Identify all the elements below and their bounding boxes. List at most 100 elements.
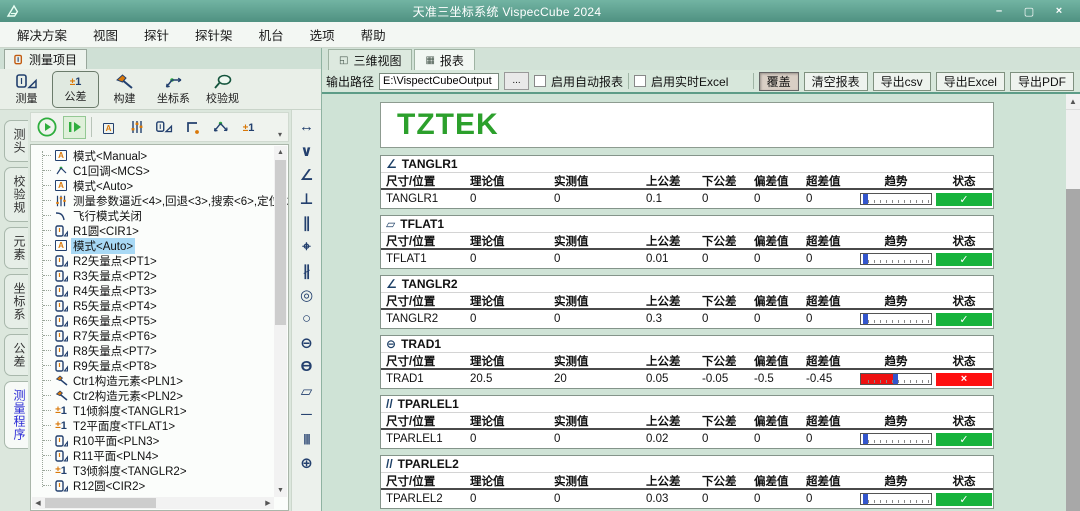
menu-item-选项[interactable]: 选项 xyxy=(297,25,348,44)
maximize-button[interactable]: ▢ xyxy=(1022,5,1036,18)
cell-value: TFLAT1 xyxy=(381,253,465,265)
toolbar-separator xyxy=(91,117,92,137)
tree-horizontal-scrollbar[interactable]: ◀ ▶ xyxy=(32,497,274,509)
menu-item-视图[interactable]: 视图 xyxy=(80,25,131,44)
browse-button[interactable]: ... xyxy=(504,72,529,90)
tab-报表[interactable]: ▦报表 xyxy=(414,49,474,70)
side-tab-公差[interactable]: 公差 xyxy=(4,334,28,376)
tree-vertical-scrollbar[interactable]: ▲ ▼ xyxy=(274,146,287,497)
symmetry-icon[interactable]: ||| xyxy=(295,427,319,450)
true-position-icon[interactable]: ⊕ xyxy=(295,451,319,474)
column-header: 偏差值 xyxy=(749,293,801,309)
toolbar-button-path-icon[interactable] xyxy=(209,116,232,139)
tree-item[interactable]: ±1T2平面度<TFLAT1> xyxy=(43,418,272,433)
tree-item[interactable]: R9矢量点<PT8> xyxy=(43,358,272,373)
cylindricity-icon-glyph: ⊖ xyxy=(300,334,313,352)
tree-item[interactable]: R7矢量点<PT6> xyxy=(43,328,272,343)
report-scroll-up-icon[interactable]: ▲ xyxy=(1066,94,1080,109)
tab-measure-project[interactable]: 测量项目 xyxy=(4,49,87,69)
toolbar-button-corner-icon[interactable] xyxy=(181,116,204,139)
toolbar-button-amode-icon[interactable]: A xyxy=(97,116,120,139)
menu-item-探针架[interactable]: 探针架 xyxy=(182,25,246,44)
ribbon-button-公差[interactable]: ±1公差 xyxy=(52,71,99,108)
scroll-up-icon[interactable]: ▲ xyxy=(274,146,287,159)
concentricity-icon[interactable]: ◎ xyxy=(295,283,319,306)
side-tab-校验规[interactable]: 校验规 xyxy=(4,167,28,222)
parallelism-icon[interactable]: ∥ xyxy=(295,211,319,234)
scroll-left-icon[interactable]: ◀ xyxy=(32,497,44,509)
profile-line-icon[interactable]: ∦ xyxy=(295,259,319,282)
menu-item-帮助[interactable]: 帮助 xyxy=(348,25,399,44)
tree-item[interactable]: R12圆<CIR2> xyxy=(43,478,272,493)
distance-icon[interactable]: ↔ xyxy=(295,115,319,138)
tol-icon: ±1 xyxy=(54,419,68,432)
report-scroll-thumb[interactable] xyxy=(1066,109,1080,189)
output-path-input[interactable] xyxy=(379,73,499,90)
position-icon[interactable]: ⌖ xyxy=(295,235,319,258)
angularity-icon[interactable]: ∠ xyxy=(295,163,319,186)
tree-item[interactable]: R6矢量点<PT5> xyxy=(43,313,272,328)
ribbon-button-校验规[interactable]: 校验规 xyxy=(199,71,246,108)
tree-item[interactable]: Ctr1构造元素<PLN1> xyxy=(43,373,272,388)
profile-surface-icon[interactable]: ∨ xyxy=(295,139,319,162)
column-header: 趋势 xyxy=(857,293,935,309)
ribbon-button-坐标系[interactable]: 坐标系 xyxy=(150,71,197,108)
toolbar-button-params-icon[interactable] xyxy=(125,116,148,139)
report-table-title: ⊖TRAD1 xyxy=(381,336,993,353)
side-tab-元素[interactable]: 元素 xyxy=(4,227,28,269)
button-清空报表[interactable]: 清空报表 xyxy=(804,72,868,91)
menu-item-机台[interactable]: 机台 xyxy=(246,25,297,44)
side-tab-测头[interactable]: 测头 xyxy=(4,120,28,162)
tree-item[interactable]: ±1T1倾斜度<TANGLR1> xyxy=(43,403,272,418)
checkbox-启用实时Excel[interactable] xyxy=(634,75,646,87)
circularity-icon[interactable]: ○ xyxy=(295,307,319,330)
close-button[interactable]: × xyxy=(1052,5,1066,18)
toolbar-button-measure-icon[interactable] xyxy=(153,116,176,139)
tree-item[interactable]: R3矢量点<PT2> xyxy=(43,268,272,283)
ribbon-button-测量[interactable]: 测量 xyxy=(3,71,50,108)
side-tab-坐标系[interactable]: 坐标系 xyxy=(4,274,28,329)
tree-item[interactable]: Ctr2构造元素<PLN2> xyxy=(43,388,272,403)
ribbon-button-构建[interactable]: 构建 xyxy=(101,71,148,108)
button-覆盖[interactable]: 覆盖 xyxy=(759,72,799,91)
report-panel: ◱三维视图▦报表 输出路径 ... 启用自动报表启用实时Excel 覆盖清空报表… xyxy=(322,48,1080,511)
toolbar-button-run-icon[interactable] xyxy=(35,116,58,139)
tree-item[interactable]: A模式<Manual> xyxy=(43,148,272,163)
tree-item[interactable]: A模式<Auto> xyxy=(43,238,272,253)
tree-item[interactable]: R5矢量点<PT4> xyxy=(43,298,272,313)
toolbar-button-step-icon[interactable] xyxy=(63,116,86,139)
toolbar-button-tol-mini-icon[interactable]: ±1 xyxy=(237,116,260,139)
tree-item[interactable]: R8矢量点<PT7> xyxy=(43,343,272,358)
tree-item[interactable]: R1圆<CIR1> xyxy=(43,223,272,238)
perpendicularity-icon[interactable]: ⊥ xyxy=(295,187,319,210)
button-导出Excel[interactable]: 导出Excel xyxy=(936,72,1005,91)
scroll-down-icon[interactable]: ▼ xyxy=(274,484,287,497)
tree-item[interactable]: ±1T3倾斜度<TANGLR2> xyxy=(43,463,272,478)
magnifier-icon xyxy=(213,74,233,90)
tree-item[interactable]: R2矢量点<PT1> xyxy=(43,253,272,268)
menu-item-解决方案[interactable]: 解决方案 xyxy=(4,25,80,44)
menu-item-探针[interactable]: 探针 xyxy=(131,25,182,44)
tree-item[interactable]: R11平面<PLN4> xyxy=(43,448,272,463)
tab-三维视图[interactable]: ◱三维视图 xyxy=(328,49,412,70)
runout-icon[interactable]: Ɵ xyxy=(295,355,319,378)
report-scrollbar[interactable]: ▲ xyxy=(1066,94,1080,511)
minimize-button[interactable]: – xyxy=(992,5,1006,18)
tree-item[interactable]: R4矢量点<PT3> xyxy=(43,283,272,298)
cylindricity-icon[interactable]: ⊖ xyxy=(295,331,319,354)
straightness-icon[interactable]: ─ xyxy=(295,403,319,426)
flatness-icon[interactable]: ▱ xyxy=(295,379,319,402)
button-导出csv[interactable]: 导出csv xyxy=(873,72,931,91)
tree-item[interactable]: C1回调<MCS> xyxy=(43,163,272,178)
toolbar-overflow-icon[interactable]: ▾ xyxy=(278,130,284,141)
tree-item[interactable]: 飞行模式关闭 xyxy=(43,208,272,223)
tree-item[interactable]: 测量参数逼近<4>,回退<3>,搜索<6>,定位<2: xyxy=(43,193,272,208)
scroll-right-icon[interactable]: ▶ xyxy=(262,497,274,509)
tree-hscroll-thumb[interactable] xyxy=(45,498,156,508)
tree-vscroll-thumb[interactable] xyxy=(275,160,286,325)
checkbox-启用自动报表[interactable] xyxy=(534,75,546,87)
tree-item[interactable]: A模式<Auto> xyxy=(43,178,272,193)
button-导出PDF[interactable]: 导出PDF xyxy=(1010,72,1074,91)
side-tab-测量程序[interactable]: 测量程序 xyxy=(4,381,28,449)
tree-item[interactable]: R10平面<PLN3> xyxy=(43,433,272,448)
